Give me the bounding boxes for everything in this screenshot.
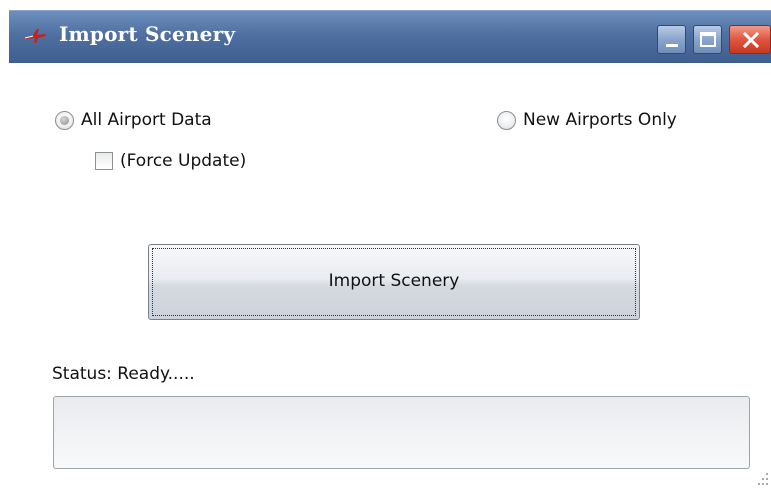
force-update-checkbox[interactable]	[95, 152, 113, 170]
maximize-icon	[700, 32, 716, 47]
dialog-client-area: All Airport Data New Airports Only (Forc…	[9, 63, 771, 493]
force-update-label: (Force Update)	[120, 151, 247, 171]
new-airports-only-radio[interactable]	[497, 110, 516, 130]
all-airport-data-radio[interactable]	[55, 110, 74, 130]
window-left-edge	[0, 0, 9, 493]
import-scenery-window: Import Scenery All Airport Data New Airp…	[0, 0, 771, 493]
airplane-icon	[23, 26, 47, 46]
import-scenery-button-label: Import Scenery	[328, 271, 460, 291]
status-text-box	[53, 396, 750, 469]
title-bar[interactable]: Import Scenery	[9, 10, 771, 63]
force-update-option[interactable]: (Force Update)	[95, 151, 246, 171]
all-airport-data-label: All Airport Data	[81, 110, 212, 130]
all-airport-data-option[interactable]: All Airport Data	[55, 110, 212, 130]
maximize-button[interactable]	[693, 25, 722, 54]
close-icon	[742, 31, 760, 49]
new-airports-only-option[interactable]: New Airports Only	[497, 110, 677, 130]
new-airports-only-label: New Airports Only	[523, 110, 677, 130]
minimize-icon	[666, 44, 678, 47]
status-label: Status: Ready.....	[52, 364, 195, 384]
window-title: Import Scenery	[59, 22, 236, 46]
import-scenery-button[interactable]: Import Scenery	[148, 244, 640, 320]
resize-grip-icon[interactable]	[754, 469, 770, 491]
close-button[interactable]	[729, 25, 771, 54]
minimize-button[interactable]	[657, 25, 686, 54]
